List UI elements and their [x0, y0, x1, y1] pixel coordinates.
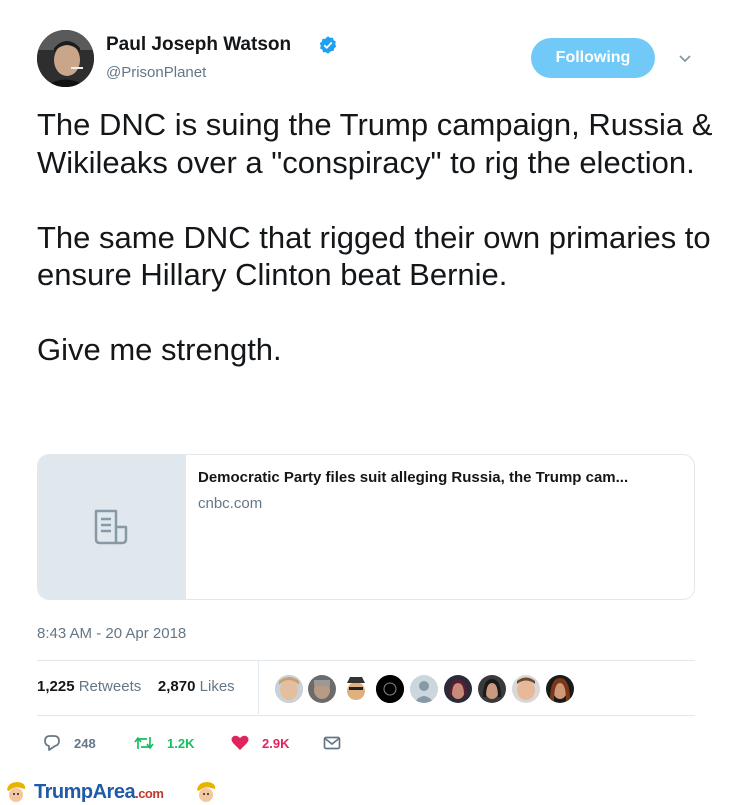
tweet-paragraph: The DNC is suing the Trump campaign, Rus… — [37, 107, 713, 180]
liker-avatar[interactable] — [307, 674, 337, 704]
liker-avatar[interactable] — [341, 674, 371, 704]
liker-avatar[interactable] — [545, 674, 575, 704]
tweet-paragraph: Give me strength. — [37, 332, 282, 367]
retweets-count: 1,225 — [37, 678, 75, 695]
direct-message-action[interactable] — [322, 733, 354, 753]
link-card-title[interactable]: Democratic Party files suit alleging Rus… — [198, 469, 683, 486]
tweet-timestamp[interactable]: 8:43 AM - 20 Apr 2018 — [37, 625, 186, 642]
reply-action[interactable]: 248 — [42, 733, 96, 753]
retweet-icon — [134, 737, 154, 749]
divider — [37, 715, 695, 716]
like-count: 2.9K — [262, 735, 290, 751]
chevron-down-icon[interactable] — [677, 50, 693, 66]
link-card[interactable]: Democratic Party files suit alleging Rus… — [37, 454, 695, 600]
reply-count: 248 — [74, 735, 96, 751]
liker-avatar[interactable] — [375, 674, 405, 704]
author-name[interactable]: Paul Joseph Watson — [106, 34, 291, 56]
cartoon-face-icon — [197, 782, 216, 802]
link-card-thumbnail — [38, 455, 186, 599]
likes-label: Likes — [199, 678, 235, 695]
reply-icon — [44, 735, 60, 751]
liker-avatar[interactable] — [511, 674, 541, 704]
watermark-suffix: .com — [135, 786, 164, 801]
likes-stat[interactable]: 2,870 Likes — [158, 678, 235, 695]
link-card-domain: cnbc.com — [198, 495, 263, 512]
author-avatar[interactable] — [37, 30, 94, 87]
stats-separator — [258, 661, 259, 714]
heart-icon — [231, 735, 249, 750]
author-handle[interactable]: @PrisonPlanet — [106, 64, 206, 81]
watermark-logo: TrumpArea.com — [34, 781, 164, 804]
liker-avatar[interactable] — [409, 674, 439, 704]
retweet-action[interactable]: 1.2K — [133, 733, 194, 753]
like-action[interactable]: 2.9K — [230, 733, 289, 753]
tweet-text: The DNC is suing the Trump campaign, Rus… — [37, 106, 717, 406]
verified-badge-icon — [319, 36, 337, 54]
likes-count: 2,870 — [157, 678, 196, 695]
retweet-count: 1.2K — [167, 735, 195, 751]
retweets-label: Retweets — [78, 678, 142, 695]
liker-avatar[interactable] — [477, 674, 507, 704]
tweet-stats: 1,225 Retweets 2,870 Likes — [37, 678, 235, 695]
divider — [37, 660, 695, 661]
liker-avatar[interactable] — [274, 674, 304, 704]
retweets-stat[interactable]: 1,225 Retweets — [37, 678, 141, 695]
tweet-paragraph: The same DNC that rigged their own prima… — [37, 219, 711, 293]
watermark-brand: TrumpArea — [34, 781, 136, 803]
liker-avatar[interactable] — [443, 674, 473, 704]
message-icon — [323, 736, 341, 750]
document-icon — [94, 509, 128, 545]
cartoon-face-icon — [7, 782, 26, 802]
following-button[interactable]: Following — [531, 38, 655, 78]
